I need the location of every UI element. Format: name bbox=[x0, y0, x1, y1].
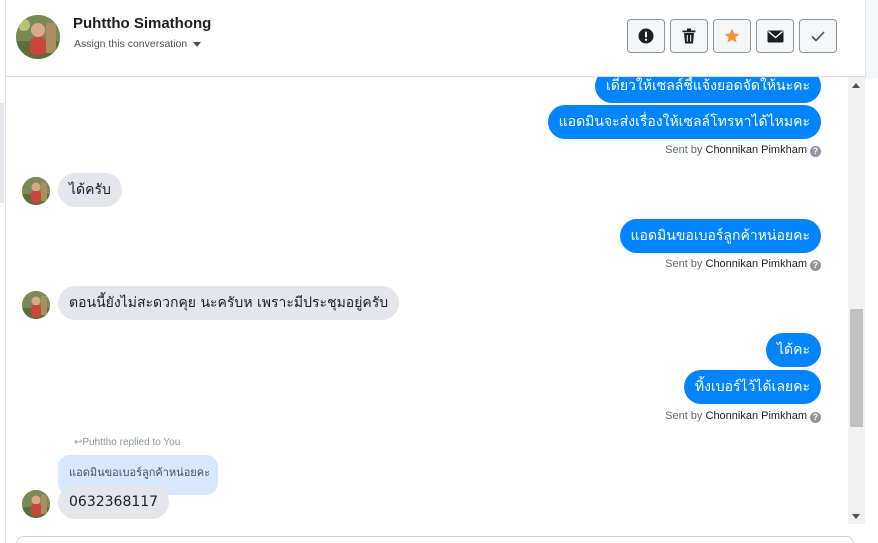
outgoing-message: เดี๋ยวให้เซลล์ชี้แจ้งยอดจัดให้นะคะ bbox=[594, 77, 821, 103]
message-scrollbar[interactable] bbox=[848, 77, 865, 524]
incoming-message: ตอนนี้ยังไม่สะดวกคุย นะครับห เพราะมีประช… bbox=[58, 286, 400, 320]
star-button[interactable] bbox=[713, 19, 751, 53]
left-panel-scroll-mark bbox=[0, 103, 4, 203]
mark-unread-button[interactable] bbox=[756, 19, 794, 53]
sent-by-label: Sent by Chonnikan Pimkham? bbox=[665, 144, 821, 157]
right-panel-edge bbox=[865, 0, 878, 78]
incoming-message: 0632368117 bbox=[58, 485, 170, 519]
help-icon[interactable]: ? bbox=[810, 146, 821, 157]
agent-name: Chonnikan Pimkham bbox=[705, 144, 808, 156]
outgoing-message: ทิ้งเบอร์ไว้ได้เลยคะ bbox=[683, 370, 821, 404]
mark-done-button[interactable] bbox=[799, 19, 837, 53]
assign-conversation-dropdown[interactable]: Assign this conversation bbox=[74, 38, 202, 50]
caret-down-icon bbox=[193, 41, 202, 47]
message-thread: เดี๋ยวให้เซลล์ชี้แจ้งยอดจัดให้นะคะ แอดมิ… bbox=[6, 77, 848, 543]
contact-avatar-small bbox=[22, 177, 50, 205]
agent-name: Chonnikan Pimkham bbox=[705, 410, 808, 422]
trash-icon bbox=[682, 28, 696, 44]
check-icon bbox=[811, 30, 825, 42]
conversation-header: Puhttho Simathong Assign this conversati… bbox=[6, 0, 865, 77]
mark-spam-button[interactable] bbox=[627, 19, 665, 53]
contact-avatar-small bbox=[22, 490, 50, 518]
contact-avatar-small bbox=[22, 291, 50, 319]
contact-avatar[interactable] bbox=[16, 15, 60, 59]
envelope-icon bbox=[767, 30, 783, 42]
contact-name: Puhttho Simathong bbox=[73, 15, 212, 32]
reply-indicator: ↩Puhttho replied to You bbox=[74, 437, 181, 448]
agent-name: Chonnikan Pimkham bbox=[705, 258, 808, 270]
header-actions bbox=[627, 19, 837, 53]
outgoing-message: แอดมินจะส่งเรื่องให้เซลล์โทรหาได้ไหมคะ bbox=[547, 105, 821, 139]
scrollbar-thumb[interactable] bbox=[850, 309, 863, 427]
incoming-message: ได้ครับ bbox=[58, 173, 122, 207]
help-icon[interactable]: ? bbox=[810, 412, 821, 423]
outgoing-message: แอดมินขอเบอร์ลูกค้าหน่อยคะ bbox=[619, 219, 821, 253]
outgoing-message: ได้คะ bbox=[765, 333, 821, 367]
alert-icon bbox=[638, 28, 654, 44]
help-icon[interactable]: ? bbox=[810, 260, 821, 271]
scroll-up-arrow-icon[interactable] bbox=[852, 83, 860, 88]
assign-conversation-label: Assign this conversation bbox=[74, 38, 188, 50]
sent-by-label: Sent by Chonnikan Pimkham? bbox=[665, 410, 821, 423]
delete-button[interactable] bbox=[670, 19, 708, 53]
star-icon bbox=[724, 28, 740, 43]
sent-by-label: Sent by Chonnikan Pimkham? bbox=[665, 258, 821, 271]
message-composer[interactable] bbox=[16, 536, 854, 543]
scroll-down-arrow-icon[interactable] bbox=[852, 514, 860, 519]
